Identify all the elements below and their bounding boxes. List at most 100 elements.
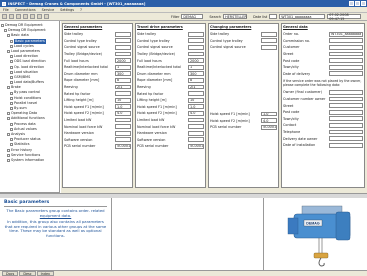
tree-expander-icon[interactable]	[4, 29, 7, 33]
parameter-value-field[interactable]	[188, 137, 204, 143]
menu-file[interactable]: File	[3, 8, 9, 12]
tree-expander-icon[interactable]	[7, 117, 10, 121]
parameter-value-field[interactable]: 4.0	[188, 111, 204, 116]
maximize-button[interactable]	[355, 1, 360, 6]
parameter-value-field[interactable]	[115, 124, 131, 129]
parameter-value-field[interactable]	[115, 117, 131, 123]
search-select[interactable]: HERSTELLER	[223, 14, 248, 19]
parameter-value-field[interactable]	[115, 51, 131, 57]
refresh-icon[interactable]	[30, 14, 35, 19]
save-icon[interactable]	[9, 14, 14, 19]
id-select[interactable]: WT301_aaaaaaaa	[279, 14, 326, 19]
parameter-value-field[interactable]: 2/1	[188, 84, 204, 90]
tree-expander-icon[interactable]	[7, 34, 10, 38]
parameter-value-field[interactable]	[115, 45, 131, 50]
date-checkbox[interactable]	[269, 14, 278, 19]
parameter-value-field[interactable]	[115, 137, 131, 143]
parameter-value-field[interactable]	[329, 71, 363, 77]
connect-icon[interactable]	[23, 14, 28, 19]
tree-expander-icon[interactable]	[10, 65, 13, 69]
parameter-value-field[interactable]	[329, 90, 363, 95]
parameter-value-field[interactable]: 5C0001	[188, 143, 204, 149]
menu-help[interactable]: ?	[80, 8, 82, 12]
parameter-value-field[interactable]	[188, 51, 204, 57]
close-button[interactable]	[361, 1, 366, 6]
tree-expander-icon[interactable]	[10, 60, 13, 64]
tree-expander-icon[interactable]	[7, 50, 10, 54]
parameter-value-field[interactable]	[329, 51, 363, 57]
tree-node[interactable]: System information	[1, 158, 58, 163]
parameter-value-field[interactable]: 8	[115, 78, 131, 83]
parameter-value-field[interactable]	[329, 129, 363, 135]
tree-expander-icon[interactable]	[7, 133, 10, 137]
parameter-value-field[interactable]: 4.0	[115, 111, 131, 116]
parameter-value-field[interactable]: 8	[188, 78, 204, 83]
tree-expander-icon[interactable]	[10, 91, 13, 95]
equipment-data-link[interactable]: equipment data.	[40, 213, 72, 218]
parameter-value-field[interactable]: 1.0	[188, 104, 204, 110]
tree-expander-icon[interactable]	[10, 96, 13, 100]
parameter-value-field[interactable]	[115, 91, 131, 97]
parameter-value-field[interactable]	[329, 123, 363, 128]
parameter-value-field[interactable]	[261, 45, 277, 50]
parameter-value-field[interactable]	[329, 109, 363, 115]
print-icon[interactable]	[16, 14, 21, 19]
parameter-value-field[interactable]: 1.0	[261, 111, 277, 117]
parameter-value-field[interactable]: 2000	[188, 58, 204, 64]
parameter-value-field[interactable]: 1	[188, 64, 204, 70]
parameter-value-field[interactable]: 10	[115, 97, 131, 103]
tree-expander-icon[interactable]	[10, 101, 13, 105]
tree-expander-icon[interactable]	[10, 143, 13, 147]
open-icon[interactable]	[2, 14, 7, 19]
parameter-value-field[interactable]: 4.0	[261, 118, 277, 124]
upload-icon[interactable]	[37, 14, 42, 19]
tab-index[interactable]: Index	[36, 271, 54, 276]
tree-expander-icon[interactable]	[10, 127, 13, 131]
parameter-value-field[interactable]	[261, 31, 277, 37]
tree-expander-icon[interactable]	[7, 153, 10, 157]
tab-desc[interactable]: Desc	[19, 271, 36, 276]
tree-expander-icon[interactable]	[10, 107, 13, 111]
parameter-value-field[interactable]: 1.0	[115, 104, 131, 110]
parameter-value-field[interactable]: 300	[188, 71, 204, 77]
parameter-value-field[interactable]	[188, 117, 204, 123]
parameter-value-field[interactable]	[329, 116, 363, 122]
parameter-value-field[interactable]: 5C0001	[261, 124, 277, 130]
parameter-value-field[interactable]	[115, 38, 131, 44]
parameter-value-field[interactable]	[329, 142, 363, 148]
parameter-value-field[interactable]	[188, 91, 204, 97]
tree-expander-icon[interactable]	[7, 148, 10, 152]
parameter-value-field[interactable]	[188, 38, 204, 44]
tree-expander-icon[interactable]	[10, 70, 13, 74]
parameter-value-field[interactable]	[329, 58, 363, 64]
tree-expander-icon[interactable]	[7, 112, 10, 116]
parameter-value-field[interactable]: 1	[115, 64, 131, 70]
date-field[interactable]: 07.02.2008 09:47:15	[327, 13, 362, 21]
filter-select[interactable]: DEMAG	[181, 14, 204, 19]
parameter-value-field[interactable]	[329, 38, 363, 44]
tree-expander-icon[interactable]	[10, 122, 13, 126]
tree-expander-icon[interactable]	[10, 39, 13, 43]
tree-expander-icon[interactable]	[10, 138, 13, 142]
parameter-value-field[interactable]	[115, 31, 131, 37]
parameter-value-field[interactable]: 2000	[115, 58, 131, 64]
parameter-value-field[interactable]	[188, 130, 204, 136]
download-icon[interactable]	[44, 14, 49, 19]
parameter-value-field[interactable]: WT301_aaaaaaaa	[329, 31, 363, 37]
menu-service[interactable]: Service	[42, 8, 55, 12]
parameter-value-field[interactable]	[188, 31, 204, 37]
parameter-value-field[interactable]	[261, 38, 277, 44]
parameter-value-field[interactable]: 10	[188, 97, 204, 103]
tree-expander-icon[interactable]	[7, 86, 10, 90]
parameter-value-field[interactable]	[188, 45, 204, 50]
parameter-value-field[interactable]	[115, 130, 131, 136]
menu-connections[interactable]: Connections	[15, 8, 36, 12]
minimize-button[interactable]	[349, 1, 354, 6]
tree-expander-icon[interactable]	[1, 24, 4, 28]
tree-expander-icon[interactable]	[10, 55, 13, 59]
parameter-value-field[interactable]	[329, 103, 363, 109]
tree-expander-icon[interactable]	[10, 44, 13, 48]
parameter-value-field[interactable]	[329, 96, 363, 102]
parameter-value-field[interactable]	[329, 64, 363, 70]
parameter-value-field[interactable]: 5C0001	[115, 143, 131, 149]
